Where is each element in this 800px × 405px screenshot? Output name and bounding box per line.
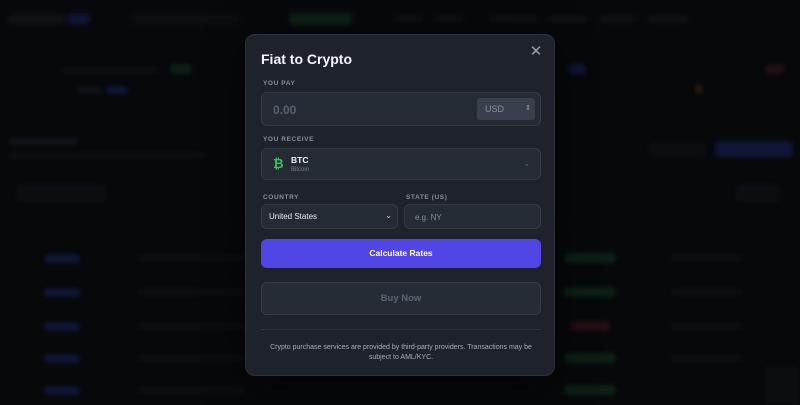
state-input[interactable] bbox=[413, 205, 537, 230]
buy-now-button[interactable]: Buy Now bbox=[261, 282, 541, 315]
close-icon[interactable]: ✕ bbox=[528, 44, 544, 60]
asset-symbol: BTC bbox=[291, 155, 309, 165]
modal-title: Fiat to Crypto bbox=[261, 51, 352, 67]
you-receive-label: YOU RECEIVE bbox=[263, 136, 315, 143]
chevron-down-icon: ⌄ bbox=[523, 159, 530, 168]
modal-divider bbox=[261, 329, 541, 330]
country-value: United States bbox=[269, 212, 318, 221]
bitcoin-icon: ₿ bbox=[273, 156, 284, 171]
you-pay-field: USD ⇕ bbox=[261, 92, 541, 127]
currency-select[interactable]: USD ⇕ bbox=[477, 98, 535, 120]
fiat-to-crypto-modal: Fiat to Crypto ✕ YOU PAY USD ⇕ YOU RECEI… bbox=[245, 34, 555, 376]
country-label: COUNTRY bbox=[263, 194, 300, 201]
chevron-updown-icon: ⇕ bbox=[525, 105, 531, 112]
asset-name: Bitcoin bbox=[291, 167, 310, 173]
disclaimer-text: Crypto purchase services are provided by… bbox=[270, 344, 532, 361]
currency-value: USD bbox=[485, 104, 505, 114]
state-field bbox=[404, 204, 541, 230]
state-label: STATE (US) bbox=[406, 194, 448, 201]
calculate-rates-button[interactable]: Calculate Rates bbox=[261, 239, 541, 268]
chevron-down-icon: ⌄ bbox=[385, 211, 392, 220]
you-receive-select[interactable]: ₿ BTC Bitcoin ⌄ bbox=[261, 148, 541, 180]
pay-amount-input[interactable] bbox=[271, 93, 455, 127]
you-pay-label: YOU PAY bbox=[263, 80, 296, 87]
country-select[interactable]: United States ⌄ bbox=[261, 204, 398, 229]
